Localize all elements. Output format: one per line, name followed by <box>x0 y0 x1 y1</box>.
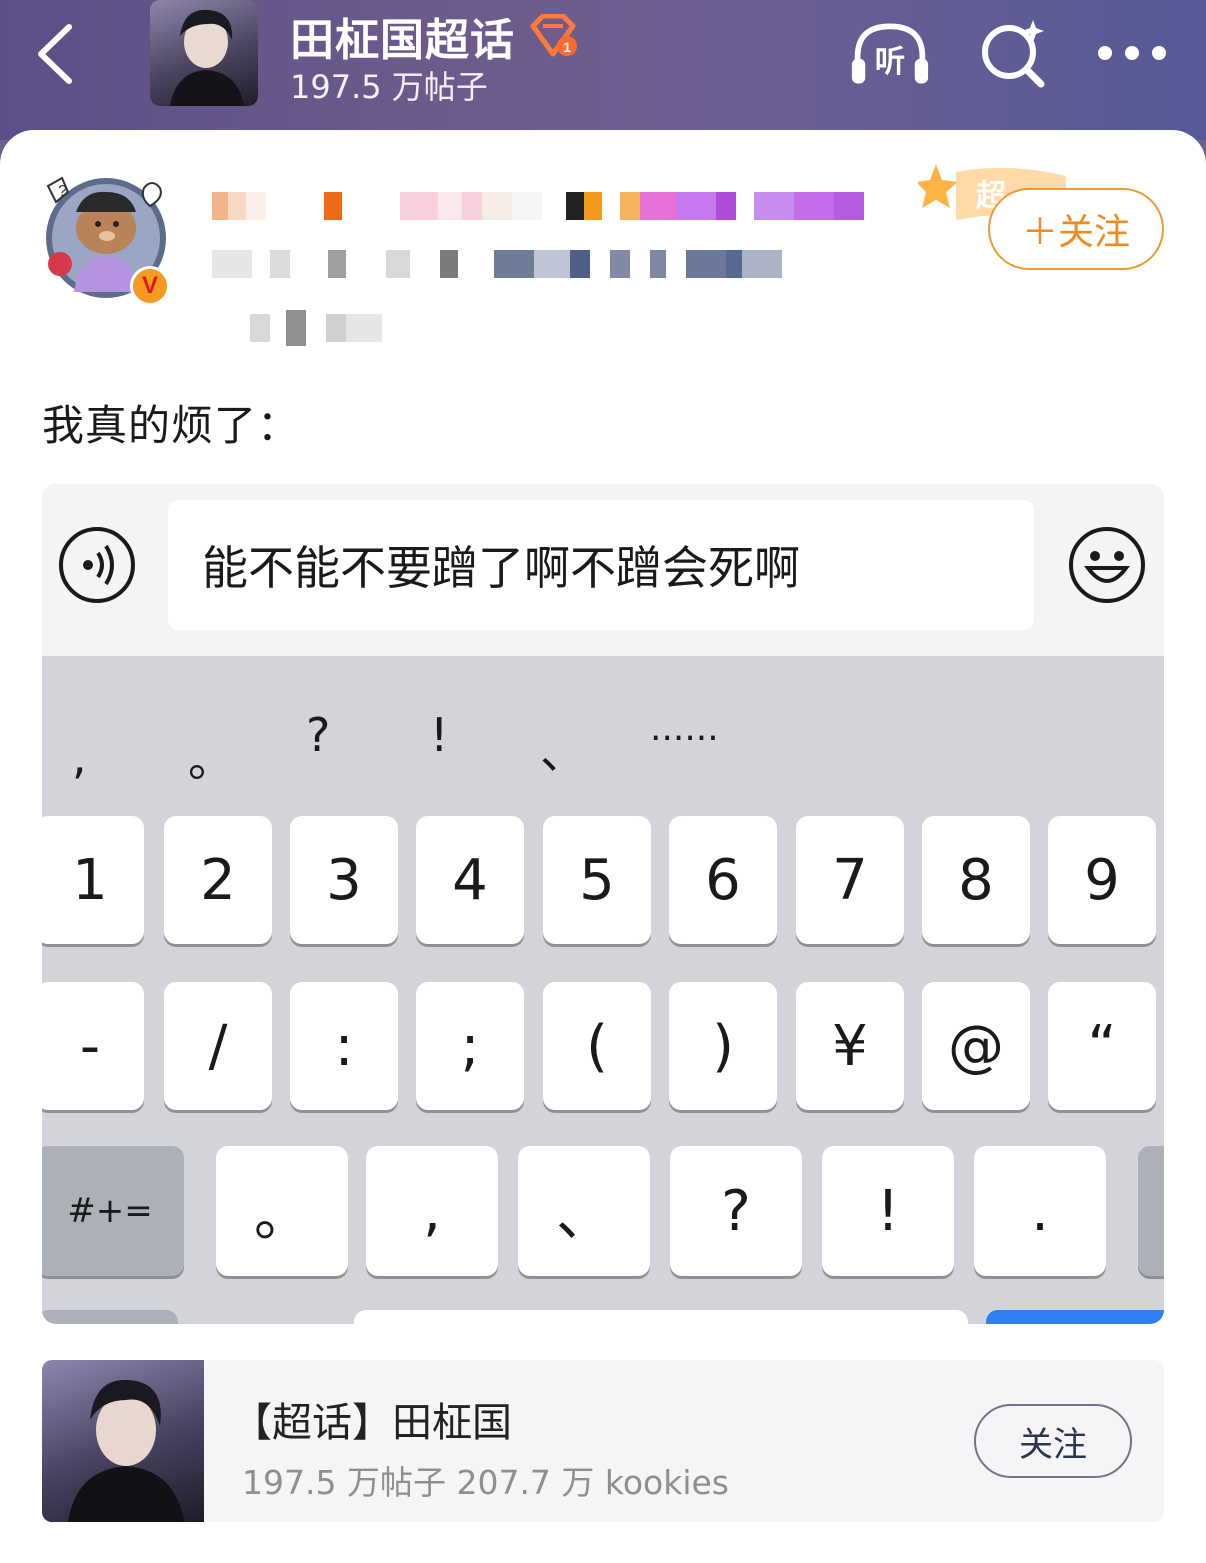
follow-button[interactable]: ＋关注 <box>988 188 1164 270</box>
author-avatar[interactable]: ? V <box>40 172 172 306</box>
key-cn-period[interactable]: 。 <box>216 1146 348 1276</box>
search-sparkle-icon <box>982 20 1045 88</box>
follow-label: ＋关注 <box>1021 212 1130 253</box>
key-8[interactable]: 8 <box>922 816 1030 944</box>
key-send[interactable] <box>986 1310 1164 1324</box>
chevron-left-icon <box>38 24 72 84</box>
punct-period[interactable]: 。 <box>188 724 234 790</box>
punct-ellipsis[interactable]: ...... <box>650 708 719 749</box>
author-meta-redacted <box>212 250 782 278</box>
author-meta-redacted-2 <box>250 310 382 346</box>
top-bar: 田柾国超话 1 197.5 万帖子 听 <box>0 0 1206 140</box>
key-at[interactable]: @ <box>922 982 1030 1110</box>
key-cn-dunhao[interactable]: 、 <box>518 1146 650 1276</box>
key-2[interactable]: 2 <box>164 816 272 944</box>
svg-text:听: 听 <box>875 45 905 80</box>
key-cn-exclaim[interactable]: ! <box>822 1146 954 1276</box>
key-more-symbols[interactable]: #+= <box>42 1146 184 1276</box>
key-semicolon[interactable]: ; <box>416 982 524 1110</box>
headphones-icon: 听 <box>851 23 929 84</box>
key-6[interactable]: 6 <box>669 816 777 944</box>
key-bottom-left[interactable] <box>42 1310 178 1324</box>
page-title: 田柾国超话 <box>290 15 515 66</box>
author-name-redacted <box>212 192 864 220</box>
supertopic-follow-label: 关注 <box>1019 1424 1087 1465</box>
punctuation-suggestion-bar: , 。 ? ! 、 ...... <box>42 694 1164 794</box>
key-1[interactable]: 1 <box>42 816 144 944</box>
key-space[interactable] <box>354 1310 968 1324</box>
key-slash[interactable]: / <box>164 982 272 1110</box>
back-button[interactable] <box>30 22 80 86</box>
key-7[interactable]: 7 <box>796 816 904 944</box>
supertopic-stats: 197.5 万帖子 207.7 万 kookies <box>242 1463 729 1502</box>
supertopic-card[interactable]: 【超话】田柾国 197.5 万帖子 207.7 万 kookies 关注 <box>42 1360 1164 1522</box>
key-4[interactable]: 4 <box>416 816 524 944</box>
verified-badge: V <box>130 266 170 306</box>
supertopic-follow-button[interactable]: 关注 <box>974 1404 1132 1478</box>
key-yuan[interactable]: ¥ <box>796 982 904 1110</box>
key-cn-comma[interactable]: , <box>366 1146 498 1276</box>
message-input[interactable]: 能不能不要蹭了啊不蹭会死啊 <box>168 500 1034 630</box>
post-count: 197.5 万帖子 <box>290 68 488 106</box>
level-badge-icon: 1 <box>530 14 577 57</box>
key-9[interactable]: 9 <box>1048 816 1156 944</box>
supertopic-avatar[interactable] <box>150 0 258 106</box>
emoji-icon <box>1069 527 1145 603</box>
voice-input-icon <box>59 527 135 603</box>
punct-dunhao[interactable]: 、 <box>540 716 586 782</box>
key-colon[interactable]: : <box>290 982 398 1110</box>
post-image[interactable]: 能不能不要蹭了啊不蹭会死啊 , 。 ? ! 、 ...... 1 2 3 4 5… <box>42 484 1164 1324</box>
punct-comma[interactable]: , <box>72 730 87 784</box>
key-dot[interactable]: . <box>974 1146 1106 1276</box>
supertopic-thumbnail <box>42 1360 204 1522</box>
svg-text:1: 1 <box>563 39 571 55</box>
key-quote[interactable]: “ <box>1048 982 1156 1110</box>
key-delete[interactable] <box>1138 1146 1164 1276</box>
key-5[interactable]: 5 <box>543 816 651 944</box>
punct-question[interactable]: ? <box>306 708 330 762</box>
key-cn-question[interactable]: ? <box>670 1146 802 1276</box>
key-dash[interactable]: - <box>42 982 144 1110</box>
key-3[interactable]: 3 <box>290 816 398 944</box>
punct-exclaim[interactable]: ! <box>430 708 448 762</box>
svg-text:?: ? <box>58 183 67 200</box>
key-right-paren[interactable]: ) <box>669 982 777 1110</box>
search-button[interactable] <box>972 18 1052 88</box>
supertopic-title: 【超话】田柾国 <box>232 1400 512 1446</box>
more-dots-icon <box>1098 46 1166 60</box>
more-button[interactable] <box>1092 18 1172 88</box>
key-left-paren[interactable]: ( <box>543 982 651 1110</box>
post-text: 我真的烦了： <box>42 401 301 450</box>
message-input-text: 能不能不要蹭了啊不蹭会死啊 <box>202 541 800 595</box>
listen-button[interactable]: 听 <box>850 18 930 88</box>
